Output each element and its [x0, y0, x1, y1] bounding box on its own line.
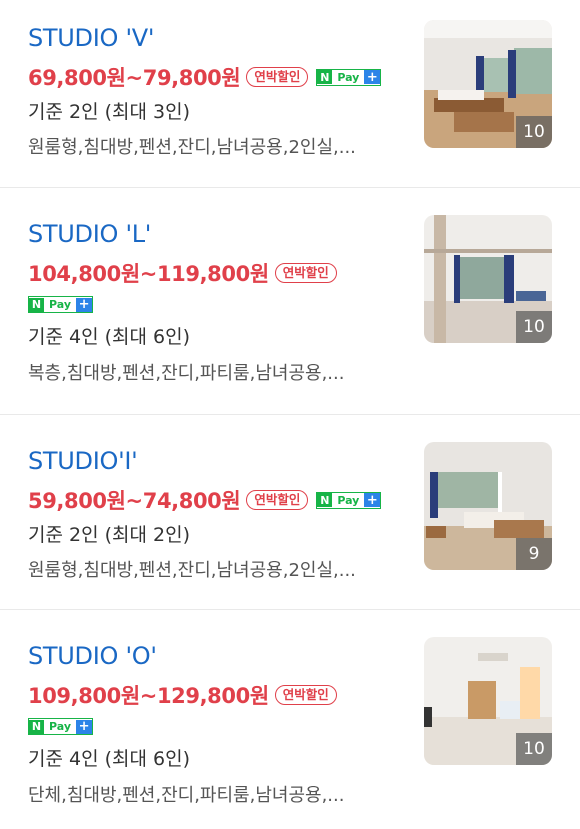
photo-count-badge: 10	[516, 311, 552, 343]
room-list: STUDIO 'V' 69,800원~79,800원 연박할인 N Pay + …	[0, 0, 580, 829]
room-title[interactable]: STUDIO 'V'	[28, 26, 154, 50]
room-photo[interactable]: 9	[424, 442, 552, 570]
room-photo[interactable]: 10	[424, 20, 552, 148]
room-capacity: 기준 4인 (최대 6인)	[28, 748, 191, 770]
naver-n-icon: N	[29, 719, 44, 734]
photo-count-badge: 10	[516, 733, 552, 765]
room-item[interactable]: STUDIO'I' 59,800원~74,800원 연박할인 N Pay + 기…	[0, 415, 580, 610]
price-row: 59,800원~74,800원 연박할인 N Pay +	[28, 485, 382, 515]
price-row: 104,800원~119,800원 연박할인	[28, 258, 337, 288]
room-capacity: 기준 2인 (최대 2인)	[28, 524, 191, 546]
long-stay-discount-badge: 연박할인	[246, 490, 309, 510]
room-photo[interactable]: 10	[424, 215, 552, 343]
room-photo[interactable]: 10	[424, 637, 552, 765]
room-title[interactable]: STUDIO 'O'	[28, 644, 157, 668]
npay-badge: N Pay +	[28, 296, 94, 313]
long-stay-discount-badge: 연박할인	[246, 67, 309, 87]
room-item[interactable]: STUDIO 'V' 69,800원~79,800원 연박할인 N Pay + …	[0, 0, 580, 188]
npay-label: Pay	[337, 493, 360, 507]
room-price: 59,800원~74,800원	[28, 489, 241, 513]
long-stay-discount-badge: 연박할인	[274, 263, 337, 283]
room-item[interactable]: STUDIO 'O' 109,800원~129,800원 연박할인 N Pay …	[0, 610, 580, 829]
npay-row: N Pay +	[28, 715, 94, 735]
naver-n-icon: N	[317, 70, 333, 84]
npay-row: N Pay +	[28, 293, 94, 313]
npay-label: Pay	[49, 298, 72, 311]
price-row: 109,800원~129,800원 연박할인	[28, 680, 337, 710]
room-item[interactable]: STUDIO 'L' 104,800원~119,800원 연박할인 N Pay …	[0, 188, 580, 415]
plus-icon: +	[76, 297, 93, 312]
room-tags: 원룸형,침대방,펜션,잔디,남녀공용,2인실,...	[28, 560, 356, 581]
npay-label: Pay	[49, 720, 72, 733]
room-tags: 복층,침대방,펜션,잔디,파티룸,남녀공용,...	[28, 363, 345, 384]
room-tags: 단체,침대방,펜션,잔디,파티룸,남녀공용,...	[28, 785, 345, 806]
naver-n-icon: N	[29, 297, 44, 312]
photo-count-badge: 9	[516, 538, 552, 570]
room-capacity: 기준 2인 (최대 3인)	[28, 101, 191, 123]
long-stay-discount-badge: 연박할인	[274, 685, 337, 705]
room-tags: 원룸형,침대방,펜션,잔디,남녀공용,2인실,...	[28, 137, 356, 158]
npay-badge: N Pay +	[316, 491, 382, 509]
plus-icon: +	[364, 493, 381, 508]
room-price: 69,800원~79,800원	[28, 66, 241, 90]
photo-count-badge: 10	[516, 116, 552, 148]
plus-icon: +	[76, 719, 93, 734]
room-title[interactable]: STUDIO 'L'	[28, 222, 151, 246]
room-capacity: 기준 4인 (최대 6인)	[28, 326, 191, 348]
npay-label: Pay	[337, 70, 360, 84]
npay-badge: N Pay +	[316, 68, 382, 86]
naver-n-icon: N	[317, 493, 333, 507]
room-price: 109,800원~129,800원	[28, 684, 269, 708]
room-title[interactable]: STUDIO'I'	[28, 449, 138, 473]
price-row: 69,800원~79,800원 연박할인 N Pay +	[28, 62, 382, 92]
npay-badge: N Pay +	[28, 718, 94, 735]
plus-icon: +	[364, 70, 381, 85]
room-price: 104,800원~119,800원	[28, 262, 269, 286]
